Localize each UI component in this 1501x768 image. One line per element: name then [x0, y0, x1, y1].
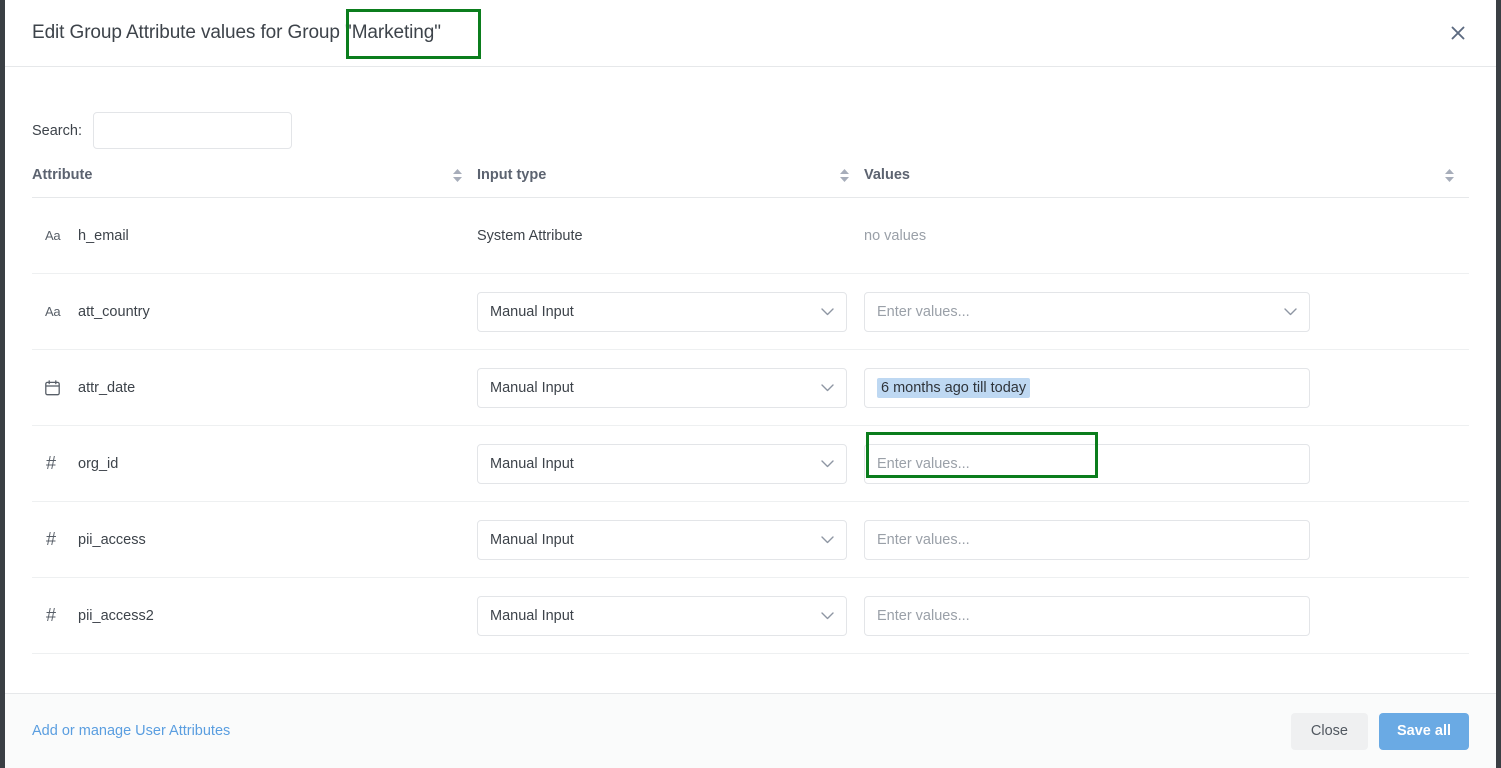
cell-values: Enter values...: [864, 577, 1469, 654]
chevron-down-icon: [821, 611, 834, 620]
column-header-values-label: Values: [864, 167, 910, 183]
attribute-name: h_email: [78, 227, 129, 244]
values-field-value: 6 months ago till today: [877, 377, 1031, 398]
input-type-select-value: Manual Input: [490, 455, 574, 472]
values-input[interactable]: 6 months ago till today: [864, 367, 1310, 408]
values-input[interactable]: Enter values...: [864, 595, 1310, 636]
cell-input-type: System Attribute: [477, 197, 864, 274]
input-type-select[interactable]: Manual Input: [477, 367, 847, 408]
values-field-placeholder: Enter values...: [877, 455, 970, 472]
values-field-placeholder: Enter values...: [877, 303, 970, 320]
dialog-title: Edit Group Attribute values for Group "M…: [32, 22, 441, 44]
number-type-icon: #: [46, 605, 57, 625]
input-type-select[interactable]: Manual Input: [477, 291, 847, 332]
values-input[interactable]: Enter values...: [864, 291, 1310, 332]
dialog-footer: Add or manage User Attributes Close Save…: [5, 693, 1496, 768]
add-or-manage-user-attributes-link[interactable]: Add or manage User Attributes: [32, 723, 230, 739]
input-type-select[interactable]: Manual Input: [477, 443, 847, 484]
search-label: Search:: [32, 122, 82, 139]
footer-buttons: Close Save all: [1290, 712, 1469, 750]
cell-attribute: Aa att_country: [32, 273, 477, 350]
close-button[interactable]: Close: [1290, 712, 1368, 750]
table-row: Aa att_country Manual Input Enter values...: [32, 273, 1469, 350]
column-header-input-type-label: Input type: [477, 167, 547, 183]
values-field-placeholder: Enter values...: [877, 531, 970, 548]
table-row: # pii_access2 Manual Input Enter values...: [32, 577, 1469, 654]
dialog-title-group-name: "Marketing": [345, 22, 441, 43]
sort-icon[interactable]: [1444, 168, 1455, 183]
input-type-select-value: Manual Input: [490, 607, 574, 624]
calendar-icon: [45, 379, 69, 396]
cell-values: Enter values...: [864, 501, 1469, 578]
search-input[interactable]: [92, 112, 292, 149]
dialog-title-prefix: Edit Group Attribute values for Group: [32, 22, 340, 43]
search-row: Search:: [32, 67, 1469, 149]
cell-attribute: # pii_access: [32, 501, 477, 578]
cell-input-type: Manual Input: [477, 349, 864, 426]
cell-attribute: # pii_access2: [32, 577, 477, 654]
attribute-name: pii_access: [78, 531, 146, 548]
attribute-name: attr_date: [78, 379, 136, 396]
chevron-down-icon: [821, 307, 834, 316]
input-type-select[interactable]: Manual Input: [477, 595, 847, 636]
values-input[interactable]: Enter values...: [864, 443, 1310, 484]
cell-input-type: Manual Input: [477, 425, 864, 502]
table-row: attr_date Manual Input 6 months ago till t…: [32, 349, 1469, 426]
number-type-icon: #: [46, 529, 57, 549]
sort-icon[interactable]: [452, 168, 463, 183]
column-header-attribute[interactable]: Attribute: [32, 167, 477, 198]
save-all-button[interactable]: Save all: [1378, 712, 1469, 750]
values-empty-text: no values: [864, 227, 927, 244]
attributes-table: Attribute Input type Values Aa h_email S…: [32, 167, 1469, 654]
cell-input-type: Manual Input: [477, 273, 864, 350]
chevron-down-icon: [821, 459, 834, 468]
number-type-icon: #: [46, 453, 57, 473]
table-row: # org_id Manual Input Enter values...: [32, 425, 1469, 502]
chevron-down-icon: [1284, 307, 1297, 316]
cell-input-type: Manual Input: [477, 501, 864, 578]
cell-attribute: # org_id: [32, 425, 477, 502]
text-type-icon: Aa: [45, 228, 61, 243]
text-type-icon: Aa: [45, 304, 61, 319]
attribute-name: att_country: [78, 303, 150, 320]
column-header-values[interactable]: Values: [864, 167, 1469, 198]
sort-icon[interactable]: [839, 168, 850, 183]
chevron-down-icon: [821, 535, 834, 544]
input-type-static-text: System Attribute: [477, 227, 583, 244]
input-type-select[interactable]: Manual Input: [477, 519, 847, 560]
input-type-select-value: Manual Input: [490, 531, 574, 548]
cell-values: Enter values...: [864, 273, 1469, 350]
column-header-input-type[interactable]: Input type: [477, 167, 864, 198]
table-row: Aa h_email System Attribute no values: [32, 197, 1469, 274]
attribute-name: org_id: [78, 455, 119, 472]
table-header-row: Attribute Input type Values: [32, 167, 1469, 198]
close-icon[interactable]: [1448, 23, 1468, 43]
cell-values: no values: [864, 197, 1469, 274]
table-head: Attribute Input type Values: [32, 167, 1469, 198]
table-row: # pii_access Manual Input Enter values...: [32, 501, 1469, 578]
dialog-body: Search: Attribute Input type Values Aa h…: [5, 67, 1496, 693]
input-type-select-value: Manual Input: [490, 303, 574, 320]
cell-attribute: Aa h_email: [32, 197, 477, 274]
cell-input-type: Manual Input: [477, 577, 864, 654]
cell-values: Enter values...: [864, 425, 1469, 502]
chevron-down-icon: [821, 383, 834, 392]
dialog-header: Edit Group Attribute values for Group "M…: [5, 0, 1496, 67]
input-type-select-value: Manual Input: [490, 379, 574, 396]
attribute-name: pii_access2: [78, 607, 154, 624]
table-body: Aa h_email System Attribute no values Aa att_…: [32, 197, 1469, 654]
column-header-attribute-label: Attribute: [32, 167, 93, 183]
values-input[interactable]: Enter values...: [864, 519, 1310, 560]
values-field-placeholder: Enter values...: [877, 607, 970, 624]
cell-attribute: attr_date: [32, 349, 477, 426]
edit-group-attributes-dialog: Edit Group Attribute values for Group "M…: [5, 0, 1496, 768]
cell-values: 6 months ago till today: [864, 349, 1469, 426]
